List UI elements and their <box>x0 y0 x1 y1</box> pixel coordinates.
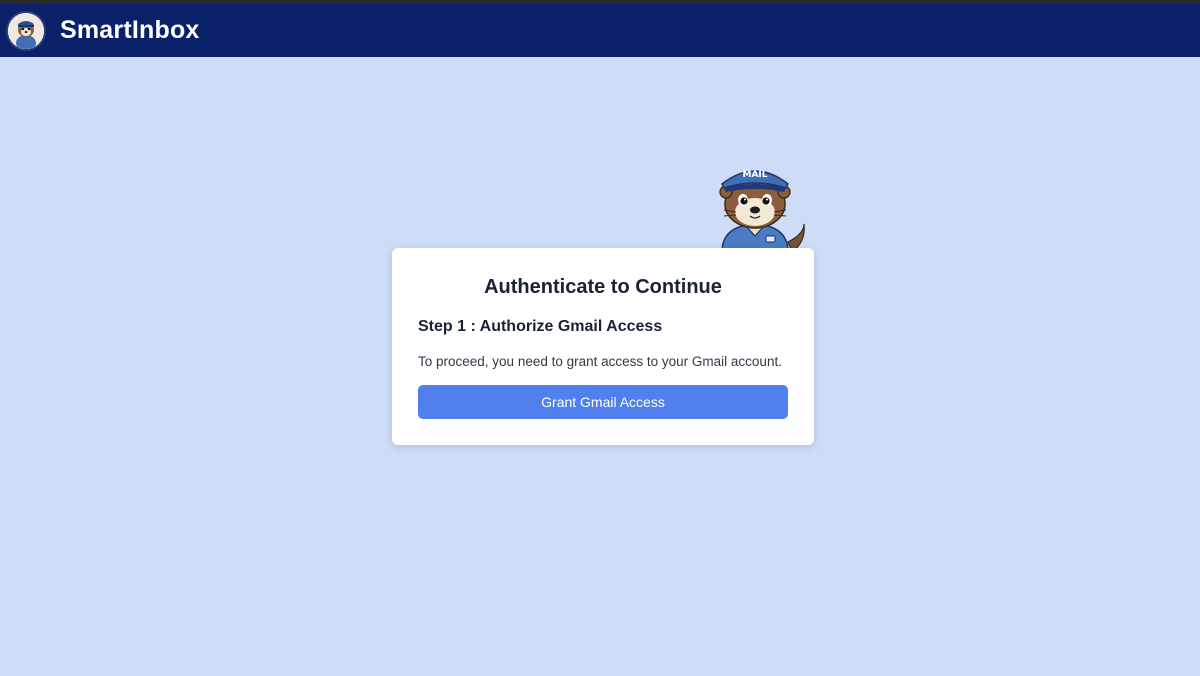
logo-otter-icon <box>8 12 44 49</box>
main-area: MAIL Authenticate to Continue Step 1 : A… <box>0 57 1200 676</box>
card-title: Authenticate to Continue <box>484 276 722 298</box>
grant-gmail-access-button[interactable]: Grant Gmail Access <box>418 385 788 419</box>
step-description: To proceed, you need to grant access to … <box>418 354 782 369</box>
app-header: SmartInbox <box>0 4 1200 57</box>
auth-card: Authenticate to Continue Step 1 : Author… <box>392 248 814 445</box>
otter-avatar-icon[interactable] <box>6 10 46 51</box>
step-title: Step 1 : Authorize Gmail Access <box>418 318 663 335</box>
app-title: SmartInbox <box>60 16 200 44</box>
mascot-cap-text: MAIL <box>742 170 767 180</box>
otter-mailman-mascot-icon: MAIL <box>715 170 805 260</box>
